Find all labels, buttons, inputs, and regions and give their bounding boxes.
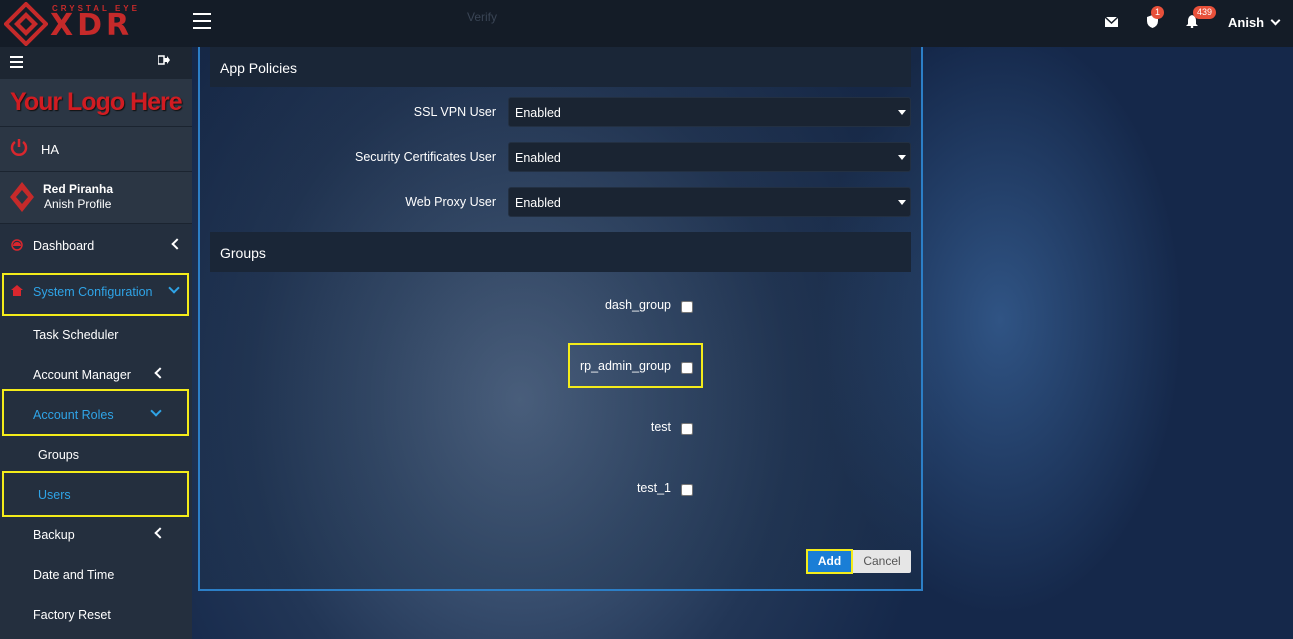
security-certificates-user-select[interactable]: Enabled — [508, 142, 911, 172]
logo-text: Your Logo Here — [10, 88, 183, 116]
sidebar-item-label: Backup — [33, 528, 75, 542]
app-policies-heading: App Policies — [210, 47, 911, 87]
group-row-rp-admin-group: rp_admin_group — [200, 357, 925, 377]
user-menu[interactable]: Anish — [1228, 15, 1281, 30]
policy-label: SSL VPN User — [413, 105, 496, 119]
chevron-left-icon — [154, 367, 166, 379]
ghost-text: Verify — [467, 10, 498, 24]
brand[interactable]: CRYSTAL EYE XDR — [0, 0, 190, 47]
home-icon — [11, 285, 23, 296]
caret-down-icon — [898, 110, 906, 115]
sidebar-item-ha[interactable]: HA — [0, 127, 192, 172]
sidebar-item-users[interactable]: Users — [0, 476, 192, 516]
sidebar-item-account-manager[interactable]: Account Manager — [0, 356, 192, 396]
sidebar-item-label: Task Scheduler — [33, 328, 119, 342]
power-icon — [10, 139, 28, 156]
sidebar-item-groups[interactable]: Groups — [0, 436, 192, 476]
sidebar-item-factory-reset[interactable]: Factory Reset — [0, 596, 192, 636]
policy-label: Web Proxy User — [405, 195, 496, 209]
brand-logo-icon — [4, 2, 48, 46]
sidebar-item-label: Account Roles — [33, 408, 114, 422]
group-label: dash_group — [604, 298, 671, 312]
custom-logo: Your Logo Here — [0, 79, 192, 127]
dashboard-icon — [11, 239, 23, 251]
sidebar-item-label: Factory Reset — [33, 608, 111, 622]
shield-badge: 1 — [1151, 6, 1165, 19]
bell-badge: 439 — [1193, 6, 1217, 19]
sidebar-item-label: Groups — [38, 448, 79, 462]
ssl-vpn-user-select[interactable]: Enabled — [508, 97, 911, 127]
group-row-test-1: test_1 — [200, 479, 925, 499]
sidebar-item-system-configuration[interactable]: System Configuration — [0, 273, 192, 313]
policy-row-ssl-vpn: SSL VPN User Enabled — [210, 97, 911, 127]
sidebar-toggle-icon[interactable] — [10, 56, 23, 71]
sidebar-item-date-and-time[interactable]: Date and Time — [0, 556, 192, 596]
group-label: test_1 — [636, 481, 671, 495]
chevron-down-icon — [150, 405, 162, 417]
sidebar-item-backup[interactable]: Backup — [0, 516, 192, 556]
sidebar-item-label: Dashboard — [33, 239, 95, 253]
policy-row-web-proxy: Web Proxy User Enabled — [210, 187, 911, 217]
profile-company: Red Piranha — [43, 182, 114, 196]
user-name: Anish — [1228, 15, 1265, 30]
chevron-left-icon — [154, 527, 166, 539]
brand-main-text: XDR — [50, 8, 134, 43]
sidebar-item-label: Users — [38, 488, 71, 502]
caret-down-icon — [898, 200, 906, 205]
sidebar-item-label: Date and Time — [33, 568, 115, 582]
ha-label: HA — [41, 142, 60, 157]
sidebar-item-label: System Configuration — [33, 285, 153, 299]
add-user-form: App Policies SSL VPN User Enabled Securi… — [198, 47, 923, 591]
policy-label: Security Certificates User — [354, 150, 496, 164]
sidebar-item-label: Account Manager — [33, 368, 131, 382]
group-checkbox[interactable] — [681, 484, 693, 496]
group-checkbox[interactable] — [681, 301, 693, 313]
select-value: Enabled — [515, 106, 561, 120]
chevron-down-icon — [168, 282, 180, 294]
sidebar: Your Logo Here HA Red Piranha Anish Prof… — [0, 47, 192, 639]
cancel-button[interactable]: Cancel — [853, 550, 911, 573]
chevron-down-icon — [1270, 15, 1281, 26]
policy-row-security-certificates: Security Certificates User Enabled — [210, 142, 911, 172]
sidebar-item-account-roles[interactable]: Account Roles — [0, 396, 192, 436]
piranha-logo-icon — [10, 182, 34, 212]
sidebar-item-dashboard[interactable]: Dashboard — [0, 227, 192, 267]
sidebar-item-task-scheduler[interactable]: Task Scheduler — [0, 316, 192, 356]
sidebar-tools — [0, 47, 192, 79]
envelope-icon[interactable] — [1105, 17, 1118, 27]
top-bar: CRYSTAL EYE XDR Verify 1 439 Anish — [0, 0, 1293, 47]
chevron-left-icon — [171, 238, 183, 250]
group-label: rp_admin_group — [579, 359, 671, 373]
select-value: Enabled — [515, 151, 561, 165]
add-button[interactable]: Add — [806, 549, 853, 574]
groups-heading: Groups — [210, 232, 911, 272]
group-checkbox[interactable] — [681, 362, 693, 374]
group-label: test — [650, 420, 671, 434]
menu-icon[interactable] — [193, 13, 213, 33]
web-proxy-user-select[interactable]: Enabled — [508, 187, 911, 217]
profile-card[interactable]: Red Piranha Anish Profile — [0, 172, 192, 224]
group-row-test: test — [200, 418, 925, 438]
logout-icon[interactable] — [158, 55, 170, 65]
caret-down-icon — [898, 155, 906, 160]
profile-name: Anish Profile — [44, 197, 112, 211]
select-value: Enabled — [515, 196, 561, 210]
group-checkbox[interactable] — [681, 423, 693, 435]
group-row-dash-group: dash_group — [200, 296, 925, 316]
